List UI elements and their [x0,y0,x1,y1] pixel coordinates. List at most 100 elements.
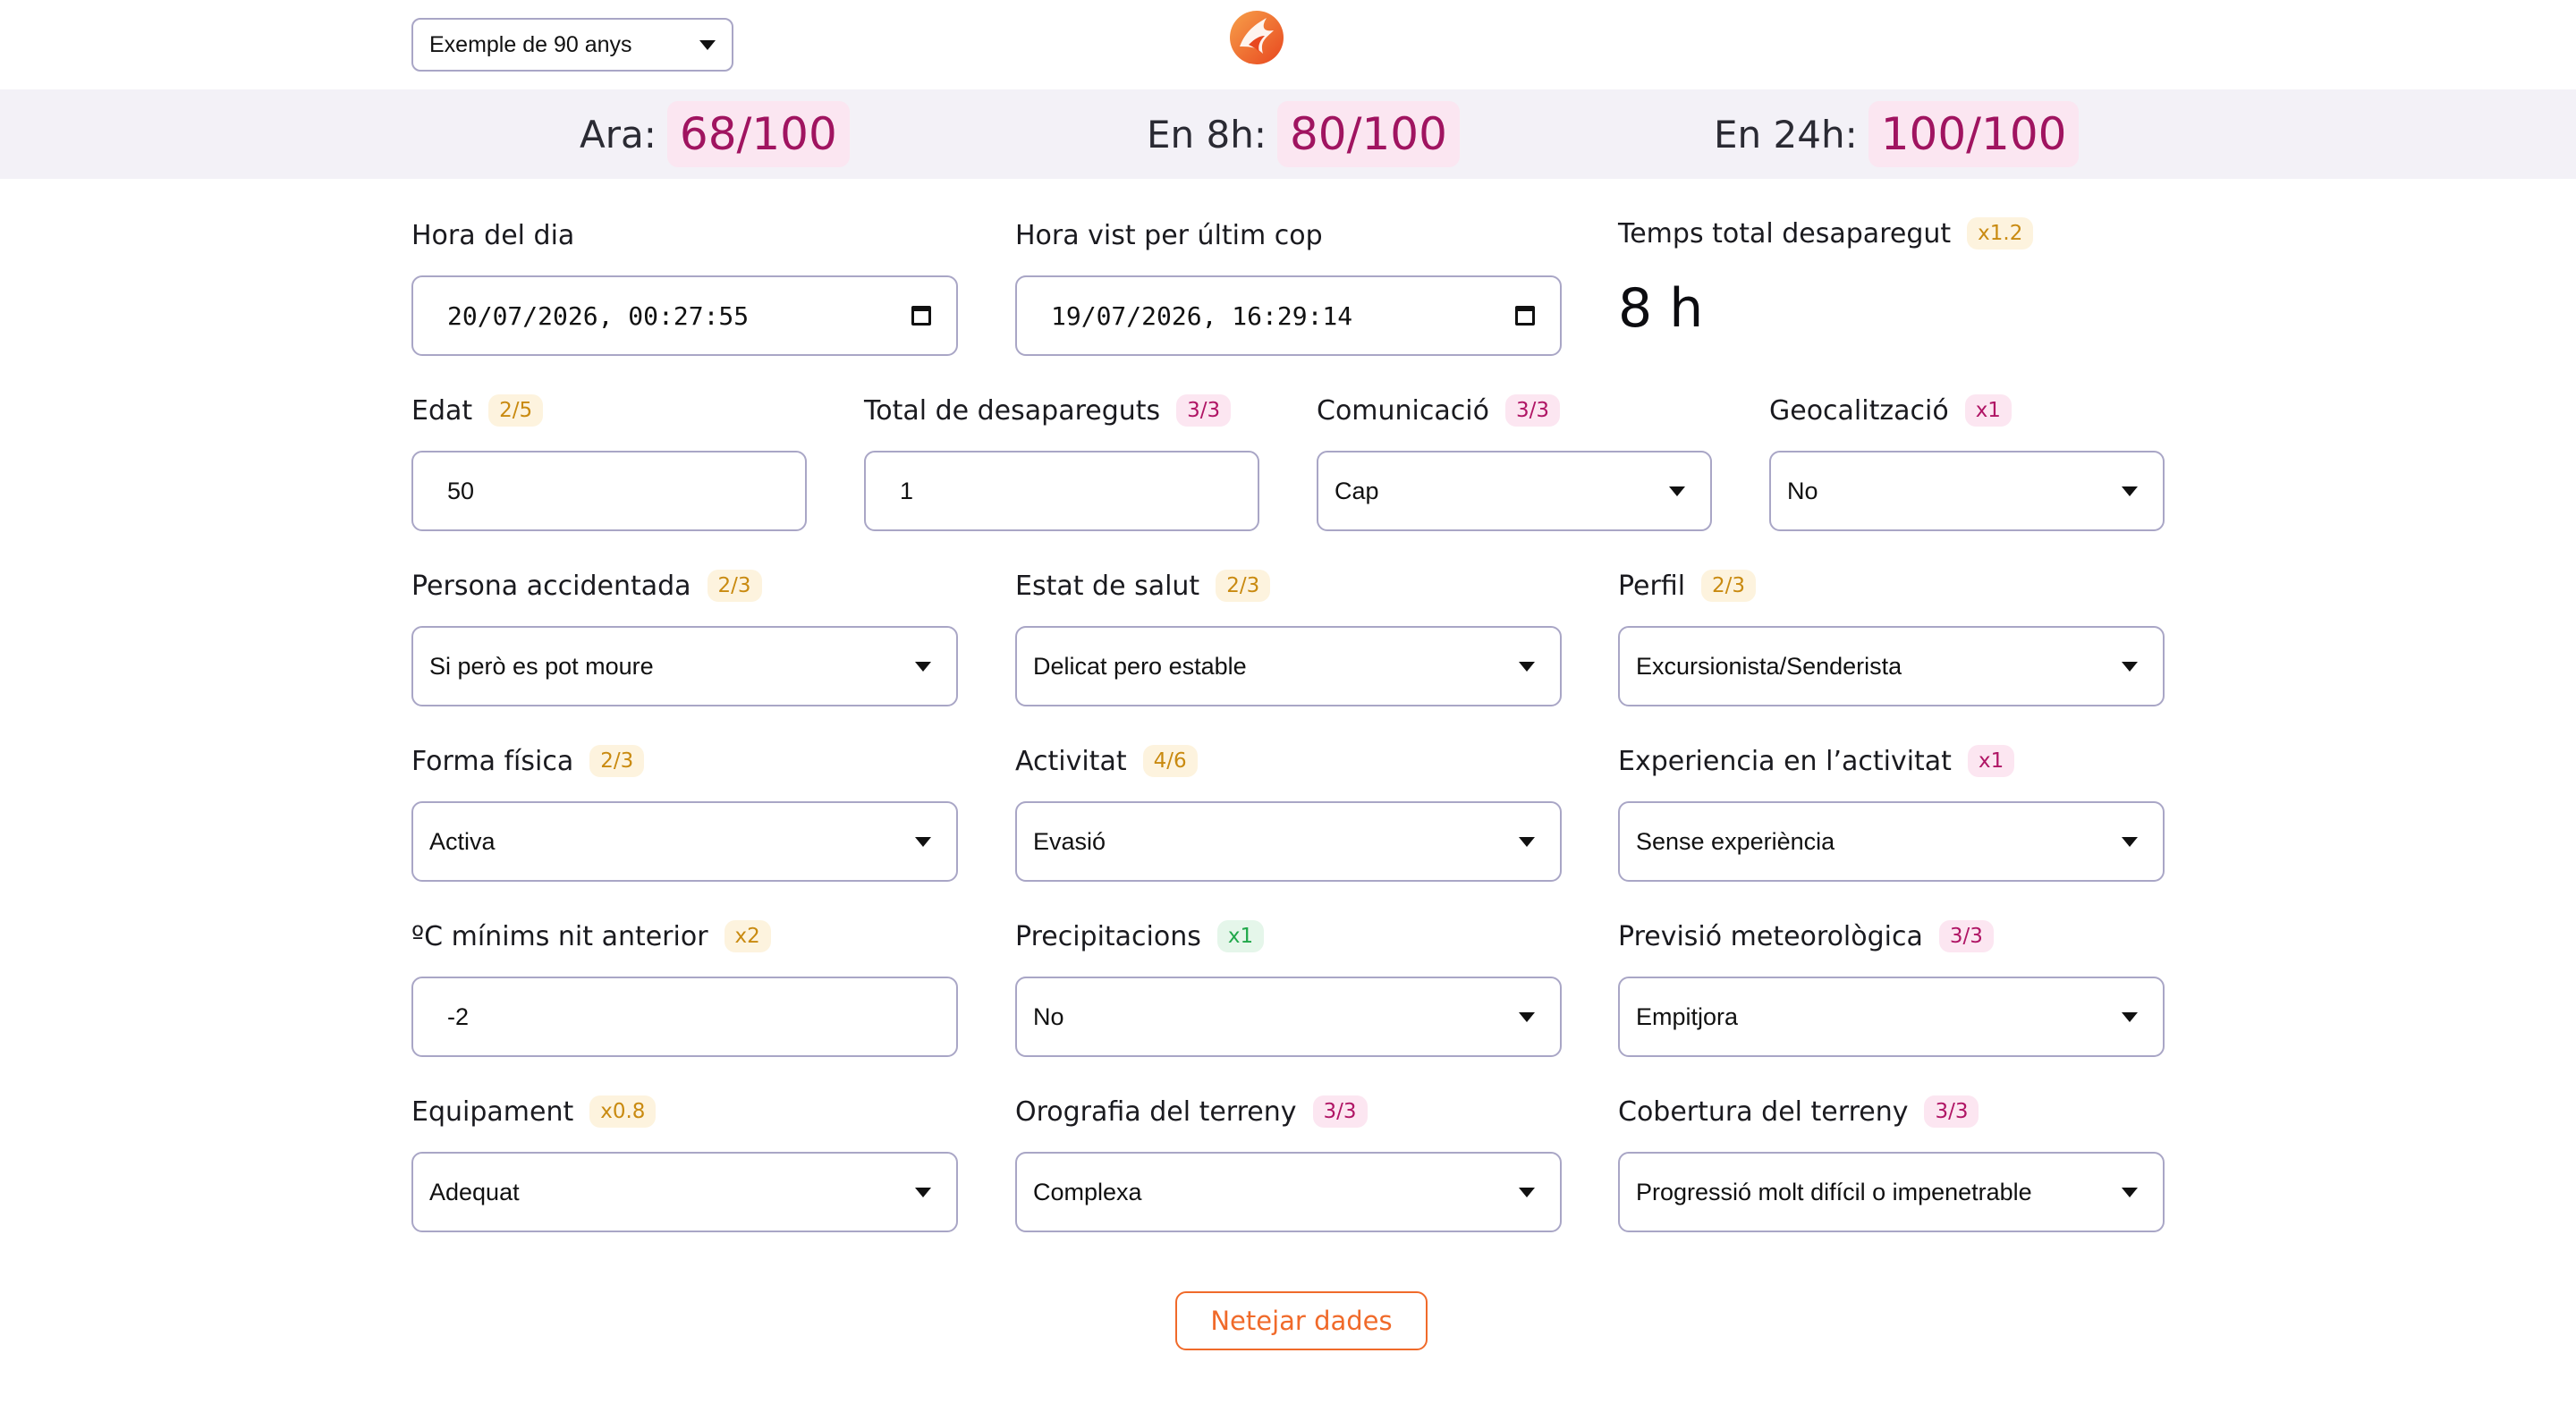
score-now-label: Ara: [580,112,657,156]
communication-label: Comunicació [1317,394,1489,427]
health-badge: 2/3 [1216,570,1271,602]
activity-label: Activitat [1015,745,1127,777]
health-value: Delicat pero estable [1033,652,1247,680]
field-health: Estat de salut 2/3 Delicat pero estable [1015,565,1562,706]
last-seen-input[interactable]: 19/07/2026, 16:29:14 [1015,275,1562,356]
field-orography: Orografia del terreny 3/3 Complexa [1015,1091,1562,1232]
example-select[interactable]: Exemple de 90 anys [411,18,733,72]
caret-down-icon [1519,661,1535,672]
clear-data-button[interactable]: Netejar dades [1175,1291,1428,1350]
min-temp-value: -2 [447,1002,470,1030]
cover-label: Cobertura del terreny [1618,1095,1909,1128]
orography-value: Complexa [1033,1178,1142,1205]
geolocation-select[interactable]: No [1769,451,2165,531]
field-fitness: Forma física 2/3 Activa [411,740,958,882]
caret-down-icon [2122,661,2138,672]
caret-down-icon [915,1187,931,1197]
geolocation-value: No [1787,477,1818,504]
caret-down-icon [1519,1187,1535,1197]
age-label: Edat [411,394,473,427]
activity-select[interactable]: Evasió [1015,801,1562,882]
total-missing-value: 8 h [1618,277,1704,340]
orography-select[interactable]: Complexa [1015,1152,1562,1232]
cover-value: Progressió molt difícil o impenetrable [1636,1178,2032,1205]
experience-value: Sense experiència [1636,827,1835,855]
calendar-icon[interactable] [911,306,931,326]
score-8h-label: En 8h: [1147,112,1267,156]
injured-badge: 2/3 [707,570,762,602]
time-of-day-value: 20/07/2026, 00:27:55 [447,300,750,331]
equipment-label: Equipament [411,1095,574,1128]
cover-badge: 3/3 [1924,1095,1979,1128]
field-equipment: Equipament x0.8 Adequat [411,1091,958,1232]
cover-select[interactable]: Progressió molt difícil o impenetrable [1618,1152,2165,1232]
score-band: Ara: 68/100 En 8h: 80/100 En 24h: 100/10… [0,89,2576,179]
fitness-label: Forma física [411,745,574,777]
communication-value: Cap [1335,477,1379,504]
forecast-value: Empitjora [1636,1002,1739,1030]
example-select-value: Exemple de 90 anys [429,31,632,57]
score-8h-value: 80/100 [1277,101,1460,167]
last-seen-label: Hora vist per últim cop [1015,219,1323,251]
injured-value: Si però es pot moure [429,652,654,680]
equipment-value: Adequat [429,1178,520,1205]
caret-down-icon [915,836,931,847]
time-of-day-input[interactable]: 20/07/2026, 00:27:55 [411,275,958,356]
profile-select[interactable]: Excursionista/Senderista [1618,626,2165,706]
total-people-value: 1 [900,477,914,504]
communication-select[interactable]: Cap [1317,451,1712,531]
experience-badge: x1 [1967,745,2015,777]
score-24h-label: En 24h: [1714,112,1858,156]
fitness-select[interactable]: Activa [411,801,958,882]
caret-down-icon [1519,836,1535,847]
field-time-of-day: Hora del dia 20/07/2026, 00:27:55 [411,215,958,356]
min-temp-input[interactable]: -2 [411,977,958,1057]
precipitation-value: No [1033,1002,1064,1030]
fitness-badge: 2/3 [589,745,645,777]
caret-down-icon [2122,836,2138,847]
field-geolocation: Geocalització x1 No [1769,390,2165,531]
caret-down-icon [699,39,716,50]
precipitation-badge: x1 [1216,920,1265,952]
field-injured: Persona accidentada 2/3 Si però es pot m… [411,565,958,706]
phoenix-logo-icon [1230,11,1284,64]
profile-value: Excursionista/Senderista [1636,652,1902,680]
injured-label: Persona accidentada [411,570,691,602]
precipitation-select[interactable]: No [1015,977,1562,1057]
injured-select[interactable]: Si però es pot moure [411,626,958,706]
profile-badge: 2/3 [1701,570,1757,602]
age-value: 50 [447,477,475,504]
forecast-badge: 3/3 [1938,920,1994,952]
experience-select[interactable]: Sense experiència [1618,801,2165,882]
caret-down-icon [1519,1011,1535,1022]
score-24h-value: 100/100 [1868,101,2080,167]
field-profile: Perfil 2/3 Excursionista/Senderista [1618,565,2165,706]
orography-badge: 3/3 [1312,1095,1368,1128]
geolocation-label: Geocalització [1769,394,1949,427]
forecast-select[interactable]: Empitjora [1618,977,2165,1057]
field-total-missing: Temps total desaparegut x1.2 8 h [1618,213,2165,340]
field-experience: Experiencia en l’activitat x1 Sense expe… [1618,740,2165,882]
communication-badge: 3/3 [1504,394,1560,427]
field-forecast: Previsió meteorològica 3/3 Empitjora [1618,916,2165,1057]
activity-value: Evasió [1033,827,1106,855]
equipment-select[interactable]: Adequat [411,1152,958,1232]
total-missing-badge: x1.2 [1967,217,2034,250]
geolocation-badge: x1 [1964,394,2012,427]
forecast-label: Previsió meteorològica [1618,920,1923,952]
total-missing-label: Temps total desaparegut [1618,217,1952,250]
field-precipitation: Precipitacions x1 No [1015,916,1562,1057]
caret-down-icon [2122,1011,2138,1022]
score-24h: En 24h: 100/100 [1714,89,2080,179]
field-min-temp: ºC mínims nit anterior x2 -2 [411,916,958,1057]
profile-label: Perfil [1618,570,1686,602]
score-now-value: 68/100 [666,101,850,167]
caret-down-icon [2122,1187,2138,1197]
health-select[interactable]: Delicat pero estable [1015,626,1562,706]
total-people-input[interactable]: 1 [864,451,1259,531]
calendar-icon[interactable] [1515,306,1535,326]
age-input[interactable]: 50 [411,451,807,531]
experience-label: Experiencia en l’activitat [1618,745,1952,777]
min-temp-label: ºC mínims nit anterior [411,920,708,952]
health-label: Estat de salut [1015,570,1200,602]
